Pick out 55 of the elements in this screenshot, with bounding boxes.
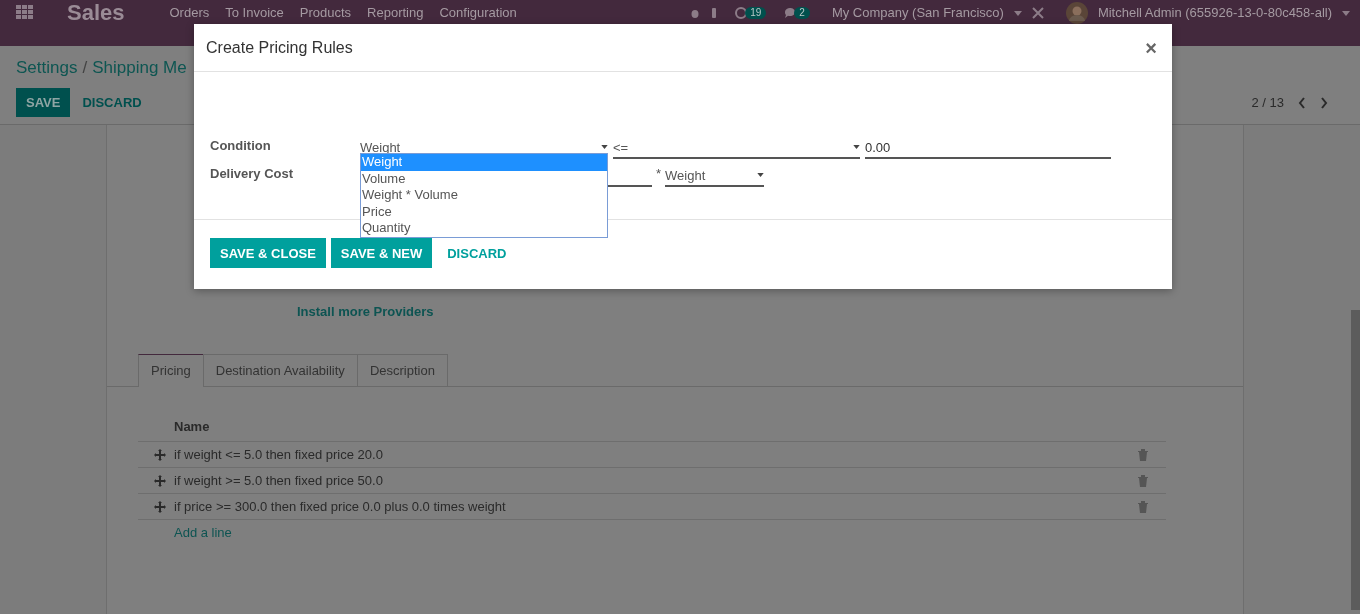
apps-grid-icon[interactable] [16, 5, 34, 19]
menu-item[interactable]: Products [299, 5, 352, 21]
table-row[interactable]: if price >= 300.0 then fixed price 0.0 plus 0.0 times weight [138, 494, 1166, 520]
select-field[interactable]: <= [613, 137, 860, 159]
dropdown-option[interactable]: Weight [361, 154, 607, 171]
drag-handle-icon[interactable] [154, 474, 166, 487]
trash-icon[interactable] [1138, 448, 1148, 461]
trash-icon[interactable] [1138, 500, 1148, 513]
caret-icon [1013, 11, 1022, 16]
menu-item[interactable]: Orders [169, 5, 210, 21]
input-field[interactable]: 0.00 [865, 137, 1111, 159]
avatar-icon[interactable] [1065, 2, 1088, 24]
table-cell-text: if weight >= 5.0 then fixed price 50.0 [174, 473, 384, 488]
field-label: Delivery Cost [210, 165, 295, 181]
form-button[interactable]: SAVE [16, 88, 71, 117]
caret-icon [853, 145, 860, 149]
table-row[interactable]: if weight >= 5.0 then fixed price 50.0 [138, 468, 1166, 494]
user-menu[interactable]: Mitchell Admin (655926-13-0-80c458-all) [1097, 5, 1332, 21]
table-row[interactable]: if weight <= 5.0 then fixed price 20.0 [138, 442, 1166, 468]
dialog-button[interactable]: SAVE & CLOSE [210, 238, 326, 268]
chat-icon[interactable] [784, 7, 797, 19]
menu-item[interactable]: Configuration [439, 5, 517, 21]
message-count-badge: 2 [794, 7, 810, 19]
company-switcher[interactable]: My Company (San Francisco) [831, 5, 1004, 21]
dropdown-option[interactable]: Quantity [361, 220, 607, 237]
scrollbar[interactable] [1351, 310, 1360, 610]
pager-text: 2 / 13 [1251, 95, 1284, 110]
caret-icon [757, 173, 765, 177]
dropdown-option[interactable]: Price [361, 203, 607, 220]
multiply-sign: * [656, 166, 662, 181]
breadcrumb-separator: / [82, 58, 88, 78]
close-button[interactable]: × [1142, 37, 1160, 58]
column-header: Name [174, 419, 210, 434]
table-cell-text: if weight <= 5.0 then fixed price 20.0 [174, 447, 384, 462]
field-label: Condition [210, 137, 272, 153]
next-icon[interactable] [1320, 96, 1328, 109]
dialog-title: Create Pricing Rules [206, 38, 353, 57]
previous-icon[interactable] [1298, 96, 1306, 109]
activity-count-badge: 19 [745, 7, 767, 19]
caret-icon [601, 145, 608, 149]
dropdown-option[interactable]: Weight * Volume [361, 187, 607, 204]
tab[interactable]: Description [356, 354, 448, 386]
menu-item[interactable]: Reporting [367, 5, 424, 21]
tab[interactable]: Pricing [138, 354, 204, 387]
dialog-button[interactable]: DISCARD [437, 238, 517, 268]
select-field[interactable]: Weight [665, 165, 765, 187]
table-cell-text: if price >= 300.0 then fixed price 0.0 plus 0.0 times weight [174, 499, 507, 514]
app-name: Sales [67, 2, 125, 24]
trash-icon[interactable] [1138, 474, 1148, 487]
menu-item[interactable]: To Invoice [225, 5, 284, 21]
dialog-button[interactable]: SAVE & NEW [330, 238, 433, 268]
caret-icon [1342, 11, 1350, 16]
drag-handle-icon[interactable] [154, 500, 166, 513]
drag-handle-icon[interactable] [154, 448, 166, 461]
dropdown-option[interactable]: Volume [361, 170, 607, 187]
